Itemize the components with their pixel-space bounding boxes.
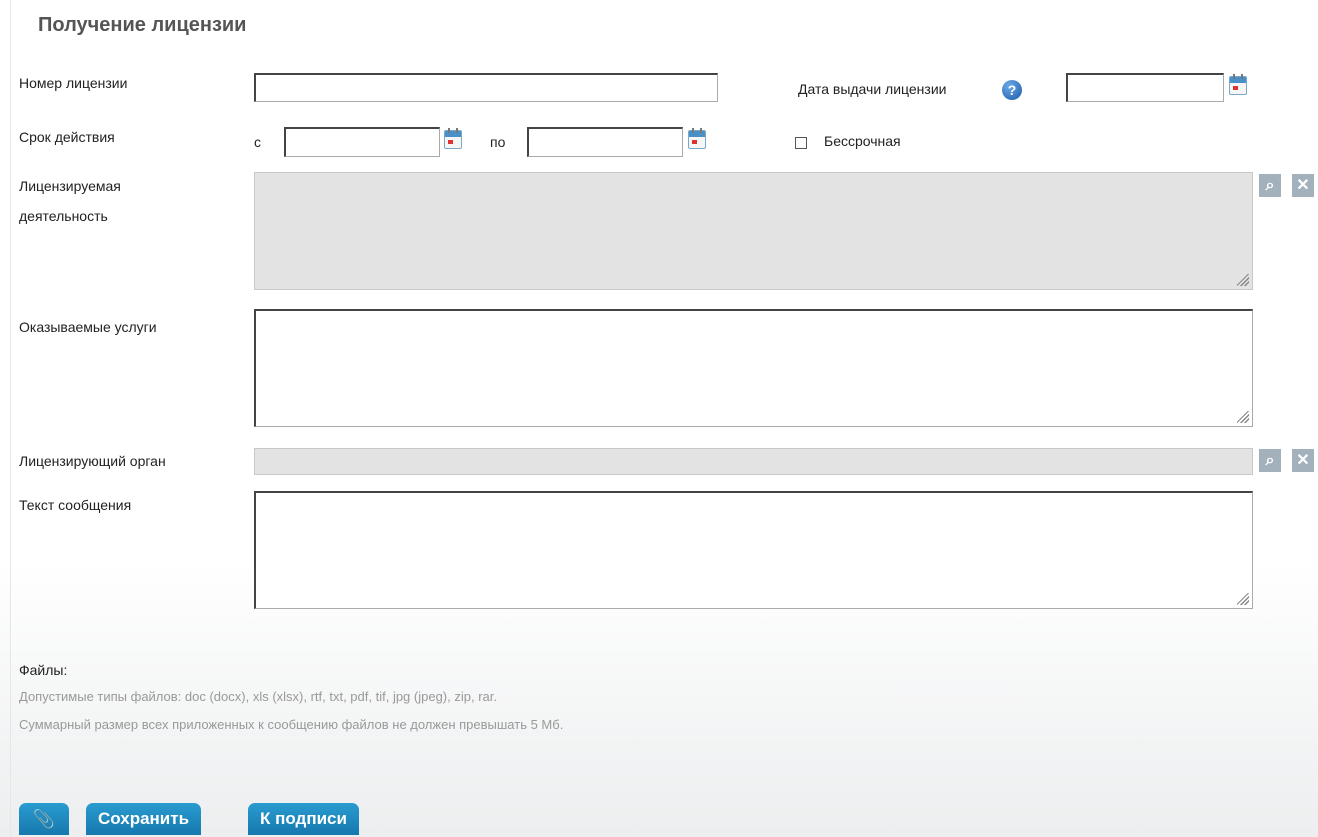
validity-label: Срок действия <box>19 129 115 145</box>
issue-date-input[interactable] <box>1066 73 1224 102</box>
size-limit-note: Суммарный размер всех приложенных к сооб… <box>19 717 564 732</box>
indefinite-checkbox[interactable] <box>795 137 807 149</box>
validity-to-input[interactable] <box>527 127 683 157</box>
services-textarea[interactable] <box>254 309 1253 427</box>
resize-handle[interactable] <box>1237 274 1249 286</box>
license-number-label: Номер лицензии <box>19 75 128 91</box>
indefinite-label: Бессрочная <box>824 133 901 149</box>
calendar-icon[interactable] <box>688 128 706 149</box>
close-icon[interactable]: ✕ <box>1292 174 1314 197</box>
allowed-types-note: Допустимые типы файлов: doc (docx), xls … <box>19 689 497 704</box>
message-text-textarea[interactable] <box>254 491 1253 609</box>
close-icon[interactable]: ✕ <box>1292 449 1314 472</box>
license-number-input[interactable] <box>254 73 718 102</box>
licensed-activity-label-2: деятельность <box>19 208 108 224</box>
calendar-icon[interactable] <box>1229 74 1247 95</box>
search-icon[interactable]: ⌕ <box>1259 449 1281 472</box>
validity-to-label: по <box>490 134 506 150</box>
issue-date-label: Дата выдачи лицензии <box>798 81 947 97</box>
sign-button[interactable]: К подписи <box>248 803 359 835</box>
validity-from-input[interactable] <box>284 127 440 157</box>
licensing-body-label: Лицензирующий орган <box>19 453 166 469</box>
services-label: Оказываемые услуги <box>19 319 157 335</box>
paperclip-icon: 📎 <box>32 809 56 829</box>
files-label: Файлы: <box>19 662 68 678</box>
licensing-body-input <box>254 448 1253 475</box>
search-icon[interactable]: ⌕ <box>1259 174 1281 197</box>
licensed-activity-textarea <box>254 172 1253 290</box>
save-button[interactable]: Сохранить <box>86 803 202 835</box>
calendar-icon[interactable] <box>444 128 462 149</box>
page-title: Получение лицензии <box>38 14 247 36</box>
message-text-label: Текст сообщения <box>19 497 132 513</box>
attach-button[interactable]: 📎 <box>19 803 69 835</box>
validity-from-label: с <box>254 134 261 150</box>
left-border <box>10 0 11 837</box>
help-icon[interactable]: ? <box>1002 80 1022 100</box>
resize-handle[interactable] <box>1237 411 1249 423</box>
licensed-activity-label-1: Лицензируемая <box>19 178 121 194</box>
resize-handle[interactable] <box>1237 593 1249 605</box>
